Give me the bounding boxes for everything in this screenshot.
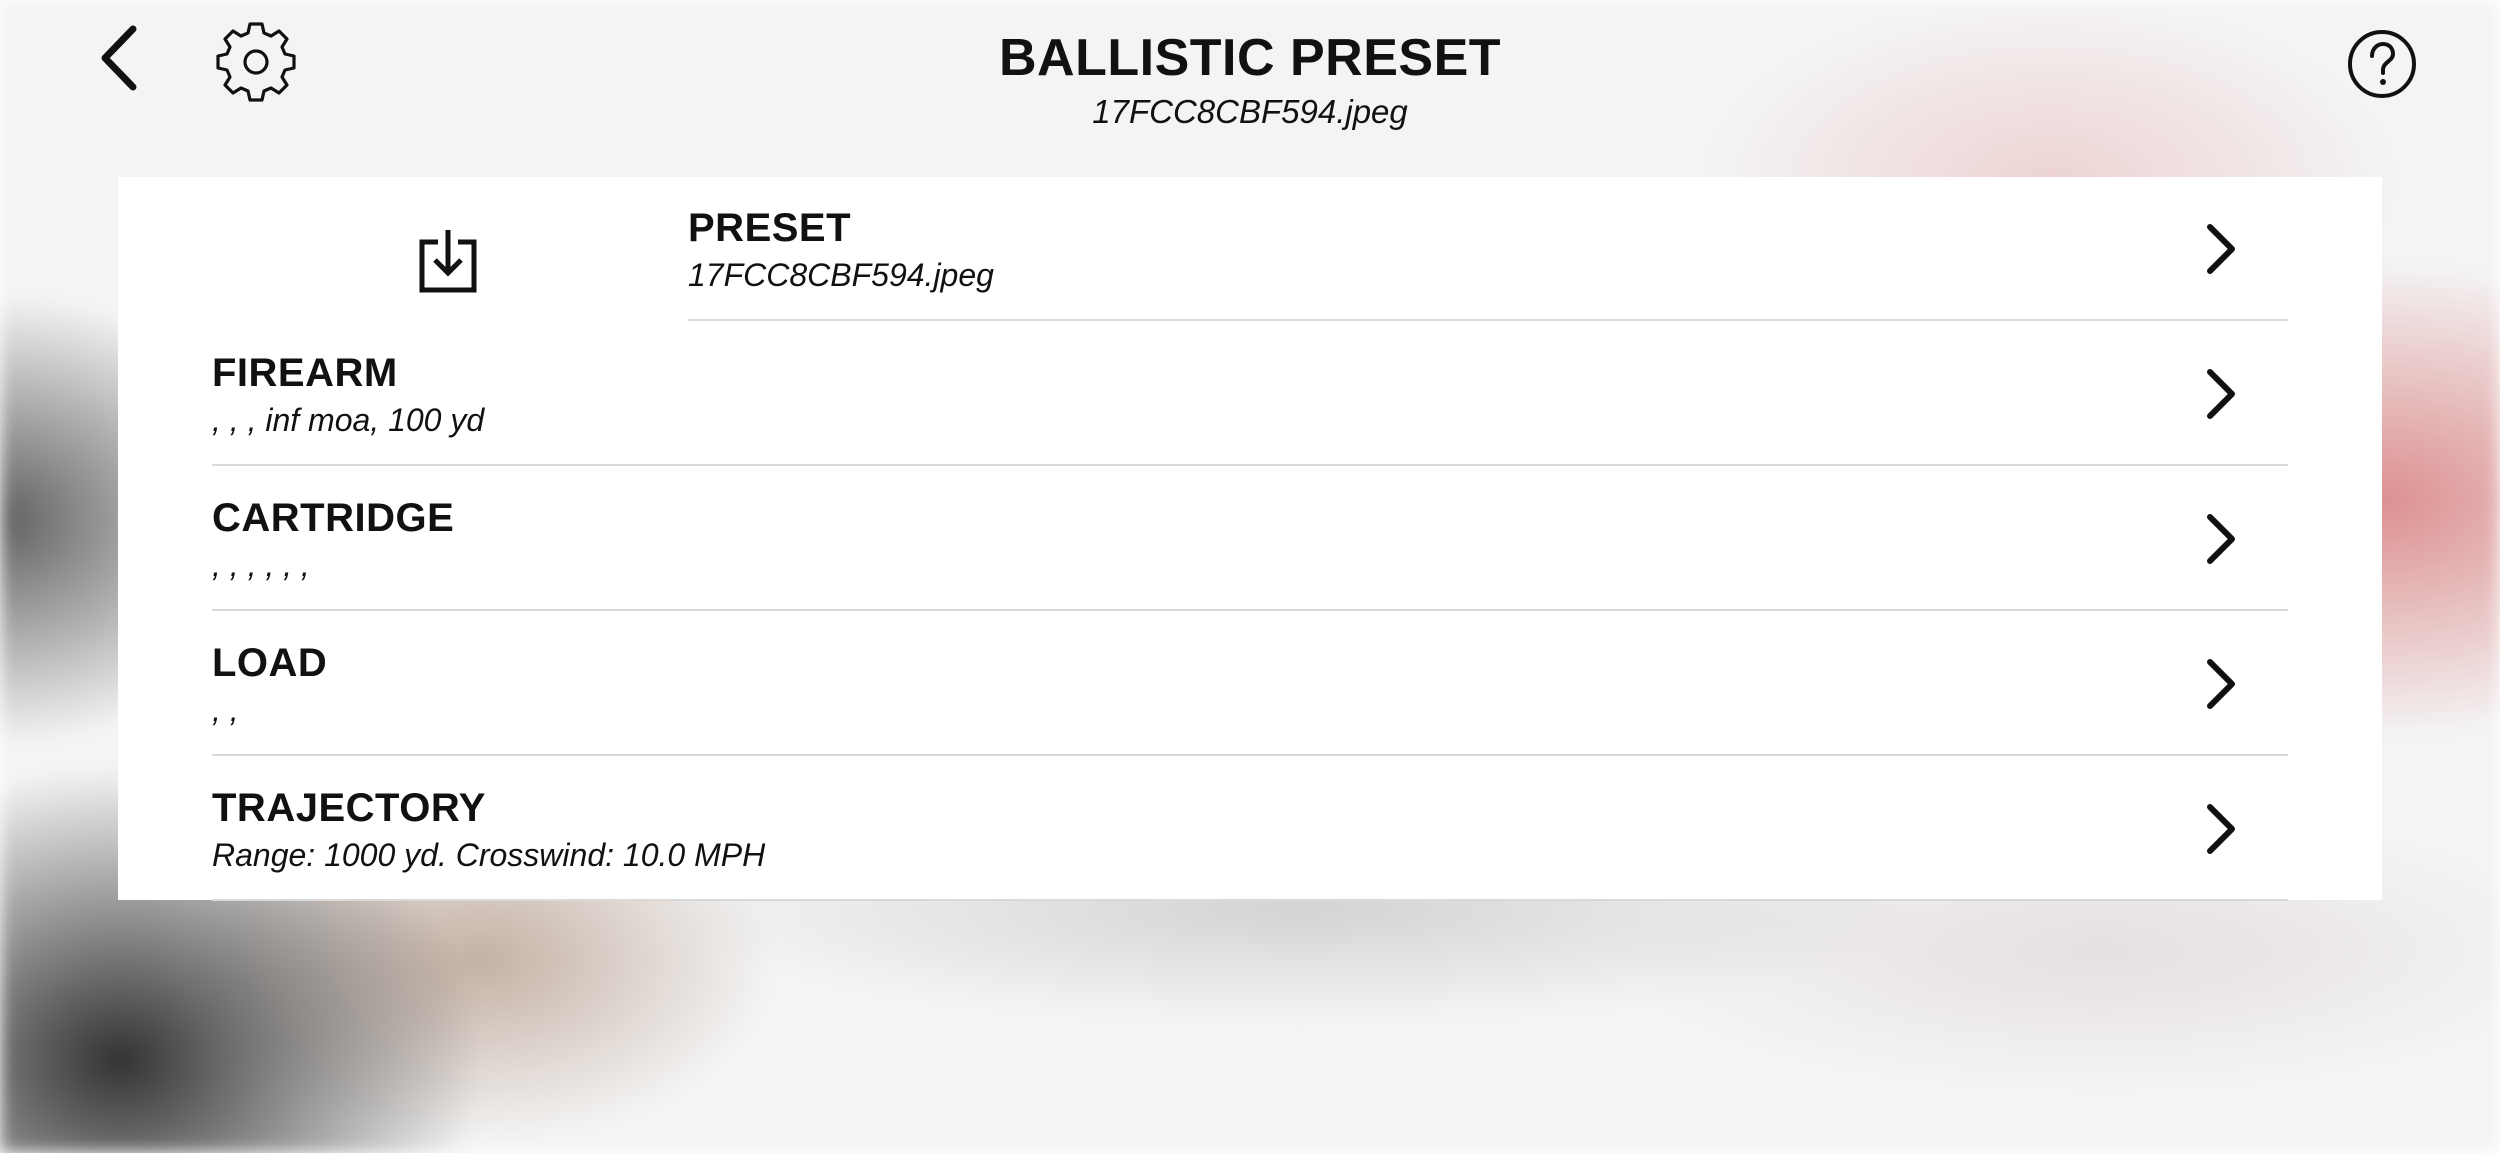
title-block: BALLISTIC PRESET 17FCC8CBF594.jpeg	[700, 24, 1800, 134]
row-label: PRESET	[688, 206, 852, 250]
chevron-right-icon	[2192, 221, 2248, 277]
header: BALLISTIC PRESET 17FCC8CBF594.jpeg	[0, 0, 2500, 170]
page-subtitle: 17FCC8CBF594.jpeg	[1092, 93, 1408, 130]
chevron-right-icon	[2192, 511, 2248, 567]
list-row-firearm[interactable]: FIREARM , , , inf moa, 100 yd	[212, 322, 2288, 466]
chevron-left-icon	[101, 25, 137, 91]
question-circle-icon	[2348, 30, 2416, 98]
download-tray-icon	[419, 230, 477, 293]
row-label: CARTRIDGE	[212, 496, 455, 540]
chevron-right-icon	[2192, 801, 2248, 857]
list-row-load[interactable]: LOAD , ,	[212, 612, 2288, 756]
preset-card: PRESET 17FCC8CBF594.jpeg FIREARM , , , i…	[118, 177, 2382, 901]
back-button[interactable]	[80, 18, 160, 98]
list-row-trajectory[interactable]: TRAJECTORY Range: 1000 yd. Crosswind: 10…	[212, 757, 2288, 901]
gear-icon	[216, 22, 296, 102]
row-label: LOAD	[212, 641, 328, 685]
page-title: BALLISTIC PRESET	[998, 29, 1502, 87]
row-detail: , ,	[212, 692, 239, 728]
chevron-right-icon	[2192, 656, 2248, 712]
list-row-preset[interactable]: PRESET 17FCC8CBF594.jpeg	[688, 177, 2288, 321]
list-row-cartridge[interactable]: CARTRIDGE , , , , , ,	[212, 467, 2288, 611]
row-detail: Range: 1000 yd. Crosswind: 10.0 MPH	[212, 837, 766, 873]
row-detail: , , , , , ,	[212, 547, 310, 583]
settings-button[interactable]	[210, 16, 302, 108]
screen: BALLISTIC PRESET 17FCC8CBF594.jpeg PRESE…	[0, 0, 2500, 1153]
help-button[interactable]	[2340, 22, 2424, 106]
download-button[interactable]	[388, 207, 508, 317]
row-detail: 17FCC8CBF594.jpeg	[688, 257, 994, 293]
row-label: TRAJECTORY	[212, 786, 486, 830]
row-label: FIREARM	[212, 351, 398, 395]
row-detail: , , , inf moa, 100 yd	[212, 402, 485, 438]
chevron-right-icon	[2192, 366, 2248, 422]
